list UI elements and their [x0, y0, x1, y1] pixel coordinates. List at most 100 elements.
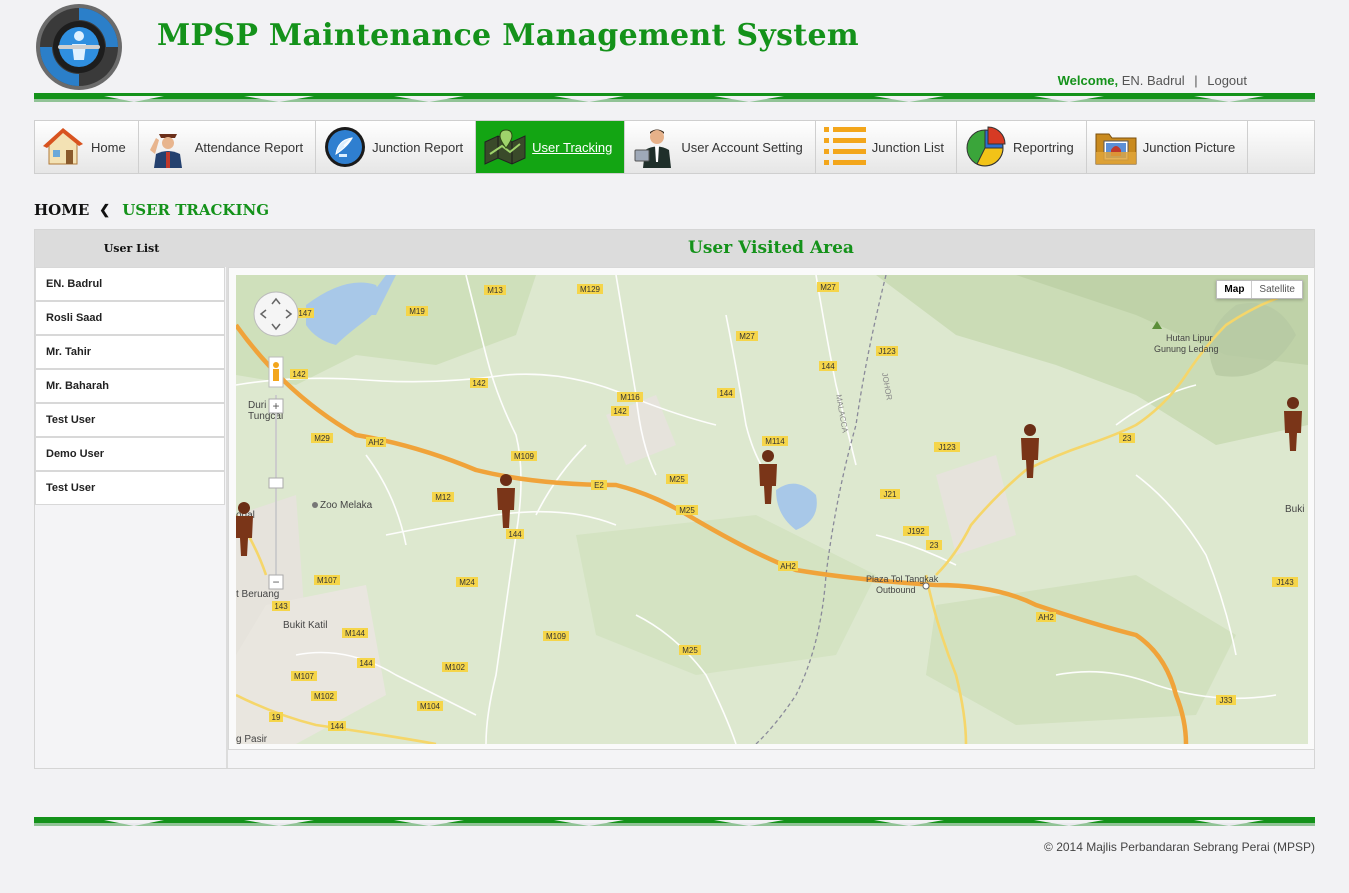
svg-text:M19: M19: [409, 307, 425, 316]
app-logo[interactable]: [34, 2, 124, 92]
svg-text:AH2: AH2: [780, 562, 796, 571]
svg-text:+: +: [272, 399, 279, 413]
nav-junction-list-label: Junction List: [871, 139, 945, 155]
map-type-map-button[interactable]: Map: [1217, 281, 1253, 298]
svg-text:J21: J21: [884, 490, 897, 499]
picture-folder-icon: [1093, 124, 1139, 170]
svg-text:M25: M25: [682, 646, 698, 655]
header-stripe: [34, 89, 1315, 102]
svg-text:J143: J143: [1276, 578, 1294, 587]
officer-icon: [145, 124, 191, 170]
site-title: MPSP Maintenance Management System: [157, 18, 859, 53]
nav-junction-report[interactable]: Junction Report: [316, 121, 477, 173]
svg-text:M25: M25: [669, 475, 685, 484]
place-label-gunung-ledang-2: Gunung Ledang: [1154, 344, 1219, 354]
svg-text:E2: E2: [594, 481, 604, 490]
user-list-item[interactable]: EN. Badrul: [35, 267, 225, 301]
map-canvas[interactable]: M13 M129 M27 M19 147 M27 J123 144 142 14…: [236, 275, 1308, 744]
user-list-item[interactable]: Test User: [35, 403, 225, 437]
svg-text:144: 144: [508, 530, 522, 539]
svg-text:M13: M13: [487, 286, 503, 295]
svg-text:M12: M12: [435, 493, 451, 502]
svg-text:M109: M109: [546, 632, 567, 641]
svg-text:AH2: AH2: [1038, 613, 1054, 622]
svg-text:M129: M129: [580, 285, 601, 294]
nav-attendance-report[interactable]: Attendance Report: [139, 121, 317, 173]
nav-junction-picture-label: Junction Picture: [1142, 139, 1236, 155]
svg-text:144: 144: [719, 389, 733, 398]
svg-text:142: 142: [292, 370, 306, 379]
place-label-bukit-katil: Bukit Katil: [283, 620, 327, 631]
welcome-bar: Welcome, EN. Badrul | Logout: [1058, 73, 1247, 88]
place-label-gunung-ledang-1: Hutan Lipur: [1166, 333, 1213, 343]
svg-text:19: 19: [272, 713, 281, 722]
breadcrumb-current: USER TRACKING: [122, 201, 270, 219]
svg-text:144: 144: [359, 659, 373, 668]
svg-text:143: 143: [274, 602, 288, 611]
svg-text:M25: M25: [679, 506, 695, 515]
nav-user-account-setting-label: User Account Setting: [681, 139, 803, 155]
zoo-icon: [312, 502, 318, 508]
house-icon: [41, 124, 87, 170]
map-frame: M13 M129 M27 M19 147 M27 J123 144 142 14…: [228, 267, 1315, 750]
nav-user-account-setting[interactable]: User Account Setting: [625, 121, 816, 173]
user-list-item[interactable]: Test User: [35, 471, 225, 505]
businessman-icon: [631, 124, 677, 170]
svg-text:147: 147: [298, 309, 312, 318]
tracking-panel: User List User Visited Area EN. Badrul R…: [34, 229, 1315, 769]
svg-text:144: 144: [330, 722, 344, 731]
area-title: User Visited Area: [688, 238, 854, 258]
welcome-separator: |: [1194, 73, 1198, 88]
svg-text:M104: M104: [420, 702, 441, 711]
svg-text:J33: J33: [1220, 696, 1233, 705]
nav-home-label: Home: [91, 139, 126, 155]
nav-junction-picture[interactable]: Junction Picture: [1087, 121, 1249, 173]
place-label-bukit-beruang: t Beruang: [236, 589, 279, 600]
list-icon: [822, 124, 868, 170]
svg-text:M109: M109: [514, 452, 535, 461]
pie-chart-icon: [963, 124, 1009, 170]
svg-text:142: 142: [472, 379, 486, 388]
svg-text:−: −: [272, 575, 279, 589]
nav-user-tracking[interactable]: User Tracking: [476, 121, 626, 173]
place-label-durian-tunggal: Duri: [248, 400, 266, 411]
logout-link[interactable]: Logout: [1207, 73, 1247, 88]
toll-plaza-marker: [922, 582, 930, 590]
svg-text:M107: M107: [294, 672, 315, 681]
user-list-title: User List: [103, 242, 160, 255]
breadcrumb: HOME ❮ USER TRACKING: [34, 201, 269, 219]
main-nav: Home Attendance Report Junction Report U…: [34, 120, 1315, 174]
svg-text:J192: J192: [907, 527, 925, 536]
user-list-item[interactable]: Mr. Baharah: [35, 369, 225, 403]
svg-text:J123: J123: [878, 347, 896, 356]
satellite-dish-icon: [322, 124, 368, 170]
svg-text:M29: M29: [314, 434, 330, 443]
svg-text:142: 142: [613, 407, 627, 416]
map-tracking-icon: [482, 124, 528, 170]
place-label-plaza-tol-2: Outbound: [876, 585, 916, 595]
tracking-map[interactable]: M13 M129 M27 M19 147 M27 J123 144 142 14…: [236, 275, 1308, 744]
user-list-item[interactable]: Demo User: [35, 437, 225, 471]
svg-text:M24: M24: [459, 578, 475, 587]
svg-text:144: 144: [821, 362, 835, 371]
footer-copyright: © 2014 Majlis Perbandaran Sebrang Perai …: [1044, 840, 1315, 854]
pan-control: [253, 291, 299, 337]
svg-text:M107: M107: [317, 576, 338, 585]
svg-text:M102: M102: [314, 692, 335, 701]
nav-junction-report-label: Junction Report: [372, 139, 464, 155]
nav-home[interactable]: Home: [35, 121, 139, 173]
svg-text:23: 23: [930, 541, 939, 550]
pegman-icon: [268, 356, 284, 388]
breadcrumb-home[interactable]: HOME: [34, 201, 89, 219]
panel-header: User List User Visited Area: [35, 230, 1314, 267]
nav-reportring-label: Reportring: [1013, 139, 1074, 155]
current-user-name: EN. Badrul: [1121, 73, 1185, 88]
page-header: MPSP Maintenance Management System Welco…: [0, 0, 1349, 102]
user-list-item[interactable]: Mr. Tahir: [35, 335, 225, 369]
nav-junction-list[interactable]: Junction List: [816, 121, 958, 173]
nav-user-tracking-label: User Tracking: [532, 139, 613, 155]
map-type-satellite-button[interactable]: Satellite: [1252, 281, 1302, 298]
place-label-bukit: Buki: [1285, 504, 1304, 515]
user-list-item[interactable]: Rosli Saad: [35, 301, 225, 335]
nav-reportring[interactable]: Reportring: [957, 121, 1087, 173]
